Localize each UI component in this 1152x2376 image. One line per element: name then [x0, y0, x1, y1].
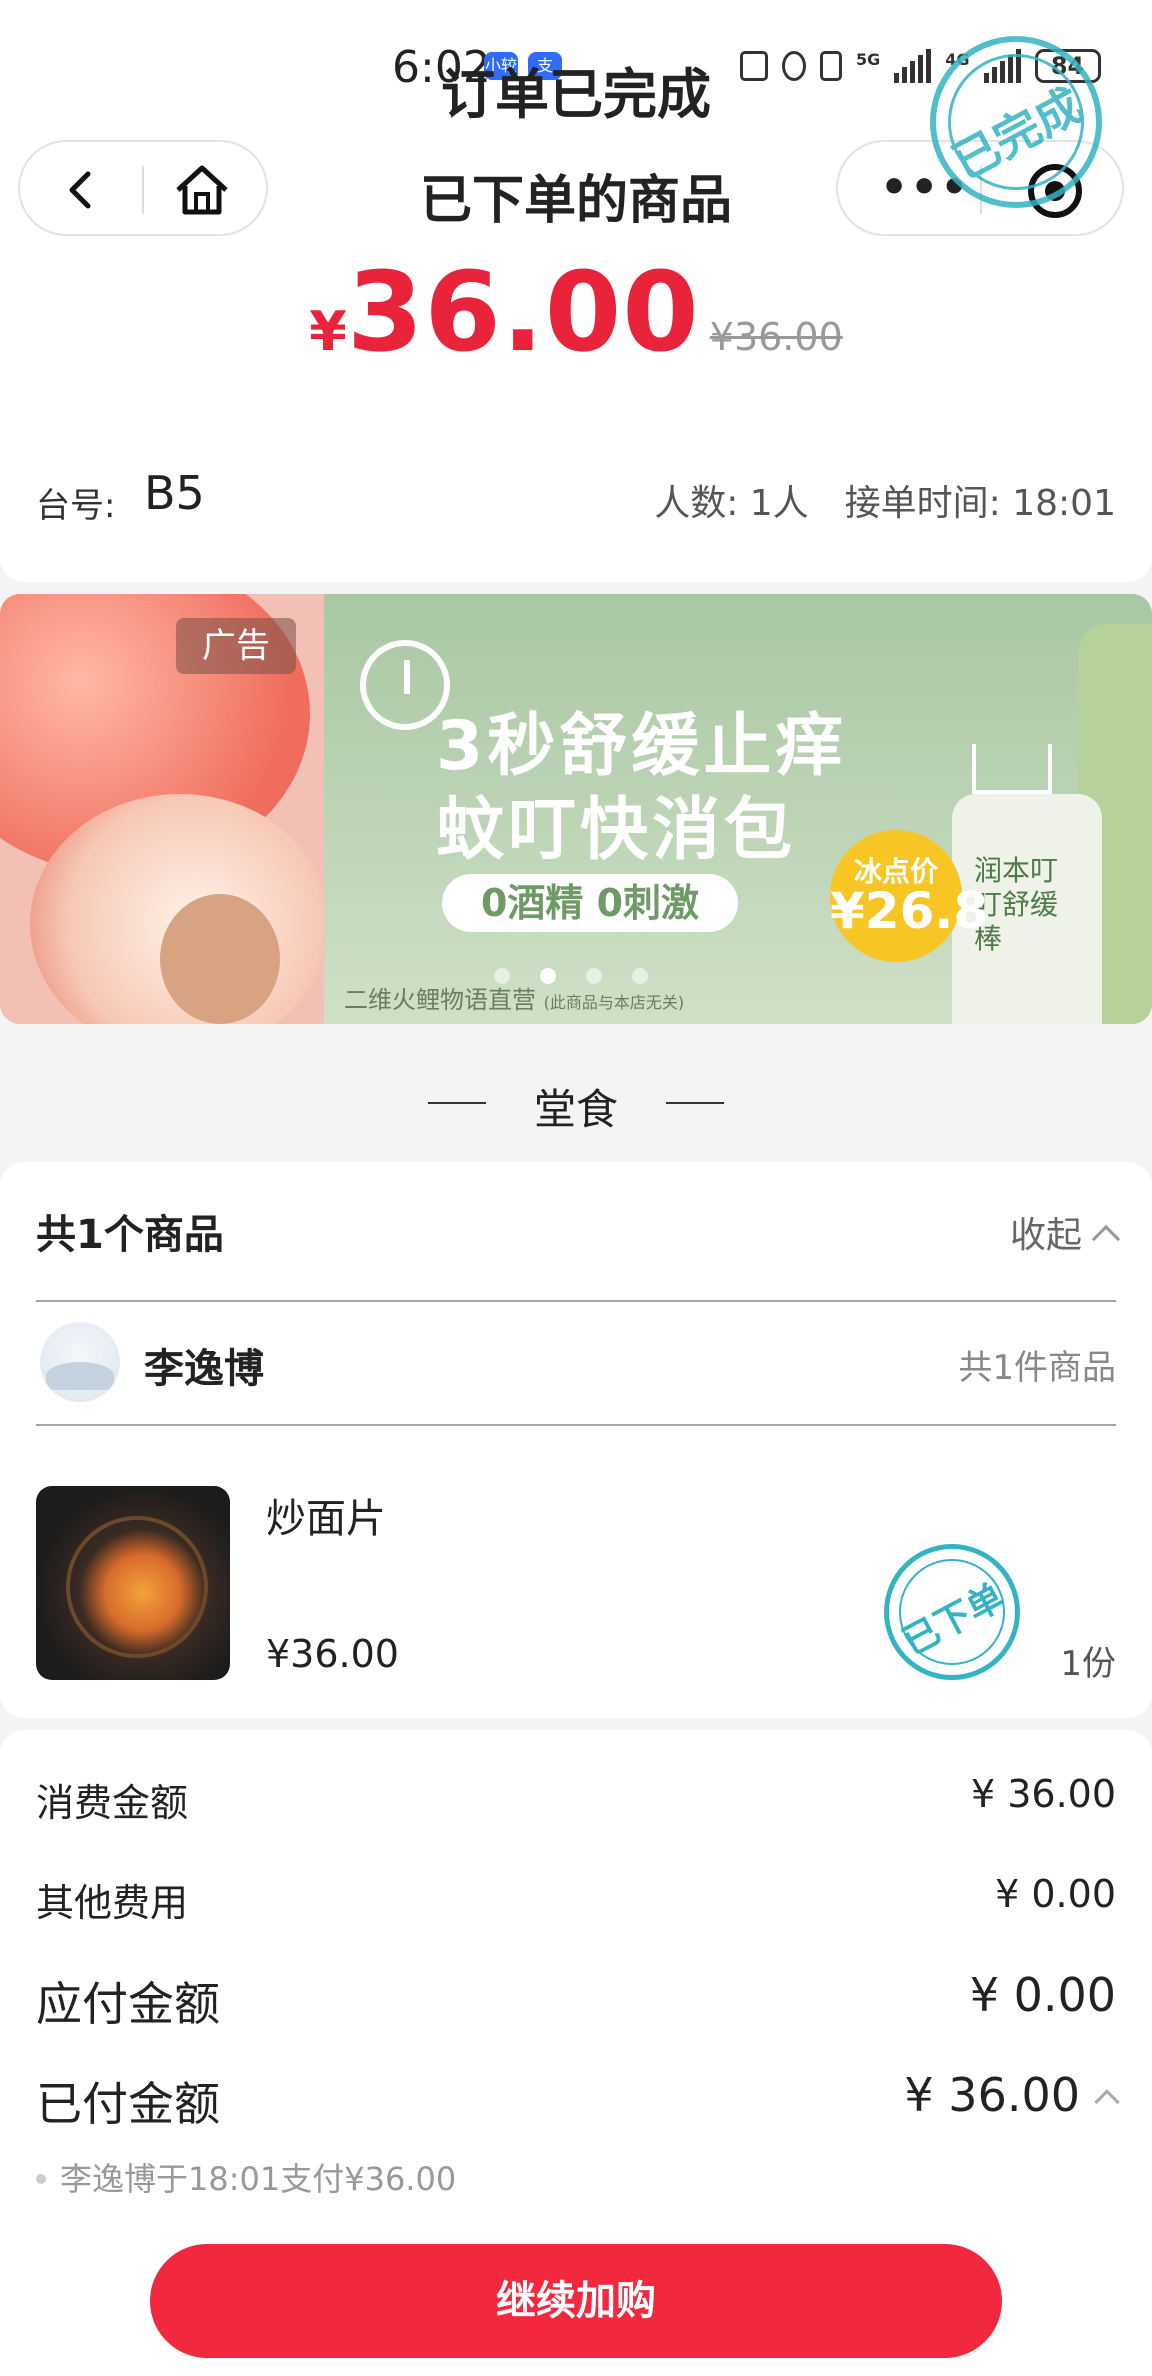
ad-price-badge: 冰点价 ¥26.8: [830, 830, 989, 962]
consume-value: ¥ 36.00: [970, 1772, 1116, 1816]
price-amount: 36.00: [346, 248, 700, 376]
other-fee-value: ¥ 0.00: [995, 1872, 1116, 1916]
original-price: ¥36.00: [709, 315, 843, 359]
orderer-item-count: 共1件商品: [958, 1348, 1116, 1388]
food-quantity: 1份: [1060, 1644, 1116, 1684]
divider: [36, 1424, 1116, 1426]
continue-ordering-button[interactable]: 继续加购: [150, 2244, 1002, 2358]
divider: [36, 1300, 1116, 1302]
payment-summary-card: 消费金额 ¥ 36.00 其他费用 ¥ 0.00 应付金额 ¥ 0.00 已付金…: [0, 1730, 1152, 2236]
completed-stamp-text: 已完成: [943, 77, 1092, 190]
ad-price-value: ¥26.8: [830, 882, 989, 940]
food-price: ¥36.00: [266, 1632, 399, 1676]
completed-stamp: 已完成: [930, 36, 1102, 208]
avatar: [40, 1322, 120, 1402]
items-card: 共1个商品 收起 李逸博 共1件商品 炒面片 ¥36.00 已下单 1份: [0, 1162, 1152, 1718]
order-header-card: 6:02 小较 支 5G 4G 84 订单已完成 已下单的商品 ••• 已完成 …: [0, 0, 1152, 582]
collapse-label: 收起: [1009, 1215, 1082, 1256]
payable-label: 应付金额: [36, 1977, 220, 2031]
product-box-text: 润本叮叮舒缓棒: [974, 854, 1059, 955]
section-title: 堂食: [533, 1085, 618, 1134]
chevron-up-icon[interactable]: [1094, 2089, 1120, 2115]
food-name: 炒面片: [266, 1496, 386, 1542]
paid-value-wrap: ¥ 36.00: [904, 2068, 1120, 2122]
bottom-action-bar: 继续加购: [0, 2216, 1152, 2376]
ad-source: 二维火鲤物语直营 (此商品与本店无关): [344, 980, 684, 1015]
crown-icon: [972, 744, 1052, 794]
dine-in-section-header: 堂食: [0, 1068, 1152, 1138]
people-count: 人数: 1人: [654, 483, 809, 524]
payment-note: 李逸博于18:01支付¥36.00: [36, 2154, 456, 2200]
food-image: [36, 1486, 230, 1680]
order-meta: 人数: 1人 接单时间: 18:01: [654, 474, 1116, 526]
ad-feature-pill: 0酒精 0刺激: [442, 874, 738, 932]
ordered-stamp-text: 已下单: [896, 1576, 1011, 1664]
ordered-stamp: 已下单: [884, 1544, 1020, 1680]
consume-label: 消费金额: [36, 1781, 189, 1825]
ad-tag: 广告: [176, 618, 296, 674]
ad-banner[interactable]: 广告 3秒舒缓止痒 蚊叮快消包 0酒精 0刺激 润本叮叮舒缓棒 冰点价 ¥26.…: [0, 594, 1152, 1024]
ad-headline-2: 蚊叮快消包: [436, 791, 797, 870]
chevron-up-icon: [1091, 1224, 1121, 1254]
payable-value: ¥ 0.00: [969, 1968, 1116, 2022]
price-currency: ¥: [309, 300, 347, 363]
item-count-title: 共1个商品: [36, 1212, 224, 1258]
table-number: B5: [144, 466, 205, 520]
ad-source-note: (此商品与本店无关): [543, 993, 685, 1012]
accept-time: 接单时间: 18:01: [844, 483, 1116, 524]
paid-value: ¥ 36.00: [904, 2068, 1080, 2122]
other-fee-label: 其他费用: [36, 1881, 189, 1925]
section-line-right: [666, 1102, 724, 1104]
order-total: ¥36.00 ¥36.00: [0, 248, 1152, 376]
paid-label: 已付金额: [36, 2077, 220, 2131]
ad-source-name: 二维火鲤物语直营: [344, 986, 536, 1014]
table-label: 台号:: [36, 486, 116, 526]
collapse-button[interactable]: 收起: [1009, 1206, 1121, 1258]
orderer-name: 李逸博: [144, 1346, 264, 1392]
